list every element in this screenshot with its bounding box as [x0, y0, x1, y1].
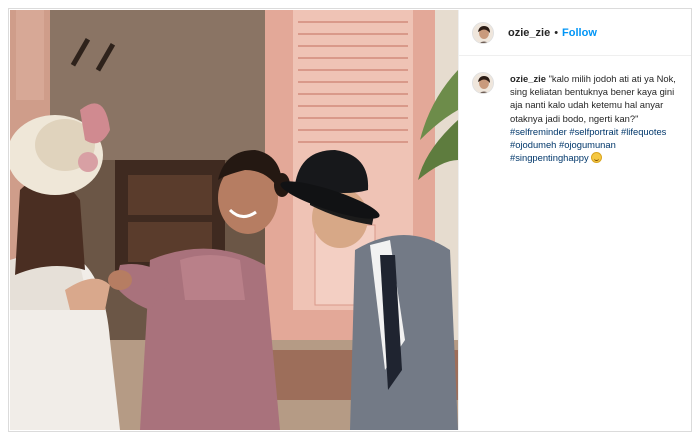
- post-header: ozie_zie • Follow: [459, 10, 691, 56]
- hashtag[interactable]: #lifequotes: [621, 126, 666, 137]
- hashtag[interactable]: #selfreminder: [510, 126, 567, 137]
- hashtag[interactable]: #ojogumunan: [559, 139, 616, 150]
- post-photo-image: [10, 10, 458, 430]
- username[interactable]: ozie_zie: [508, 27, 550, 39]
- hashtag[interactable]: #ojodumeh: [510, 139, 556, 150]
- caption-avatar-image: [473, 73, 493, 93]
- avatar-image: [473, 22, 493, 43]
- caption-text: ozie_zie "kalo milih jodoh ati ati ya No…: [510, 72, 687, 164]
- post-photo[interactable]: [10, 10, 458, 430]
- laughing-face-icon: [590, 152, 602, 164]
- separator-dot: •: [554, 26, 559, 39]
- post-sidebar: ozie_zie • Follow ozie_zie "kalo milih j…: [458, 10, 691, 430]
- avatar[interactable]: [472, 21, 494, 44]
- caption-username[interactable]: ozie_zie: [510, 73, 546, 84]
- hashtag[interactable]: #selfportrait: [569, 126, 618, 137]
- follow-button[interactable]: Follow: [562, 27, 597, 39]
- caption-comment: ozie_zie "kalo milih jodoh ati ati ya No…: [472, 72, 687, 164]
- caption-avatar[interactable]: [472, 72, 494, 94]
- hashtag[interactable]: #singpentinghappy: [510, 152, 589, 163]
